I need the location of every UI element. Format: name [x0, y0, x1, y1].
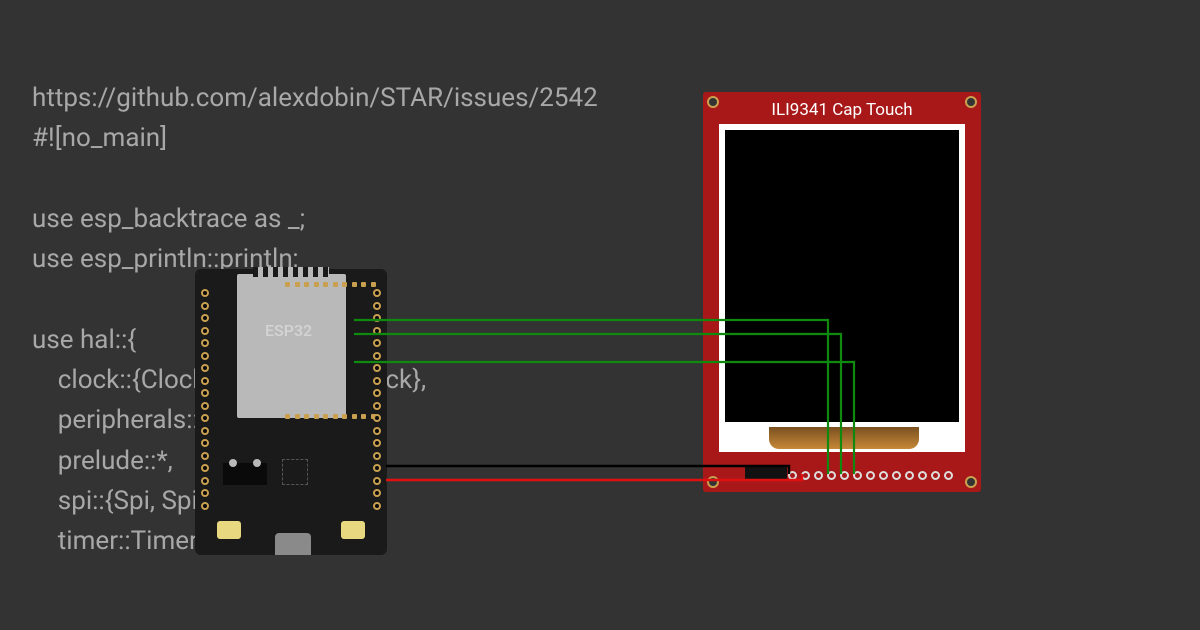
mount-hole-icon — [965, 96, 977, 108]
esp32-chip-icon — [282, 459, 308, 485]
display-ribbon-icon — [769, 427, 919, 449]
esp32-antenna — [253, 267, 329, 277]
mount-hole-icon — [707, 476, 719, 488]
esp32-pins-right[interactable] — [373, 289, 381, 510]
display-bezel — [719, 124, 965, 452]
display-pin-header[interactable] — [788, 471, 953, 480]
mount-hole-icon — [707, 96, 719, 108]
esp32-button-right — [341, 521, 365, 539]
display-title: ILI9341 Cap Touch — [703, 100, 981, 120]
esp32-label: ESP32 — [265, 321, 312, 340]
shield-pins-bottom — [285, 414, 376, 419]
ili9341-display-board[interactable]: ILI9341 Cap Touch — [703, 92, 981, 492]
shield-pins-top — [285, 282, 376, 287]
mount-hole-icon — [965, 476, 977, 488]
esp32-shield — [237, 274, 346, 418]
esp32-button-left — [217, 521, 241, 539]
esp32-pins-left[interactable] — [201, 289, 209, 510]
esp32-switch — [223, 463, 267, 485]
esp32-board[interactable]: ESP32 — [195, 269, 387, 555]
esp32-usb-port — [275, 533, 311, 555]
display-connector-icon — [745, 466, 787, 480]
display-screen — [725, 130, 959, 422]
